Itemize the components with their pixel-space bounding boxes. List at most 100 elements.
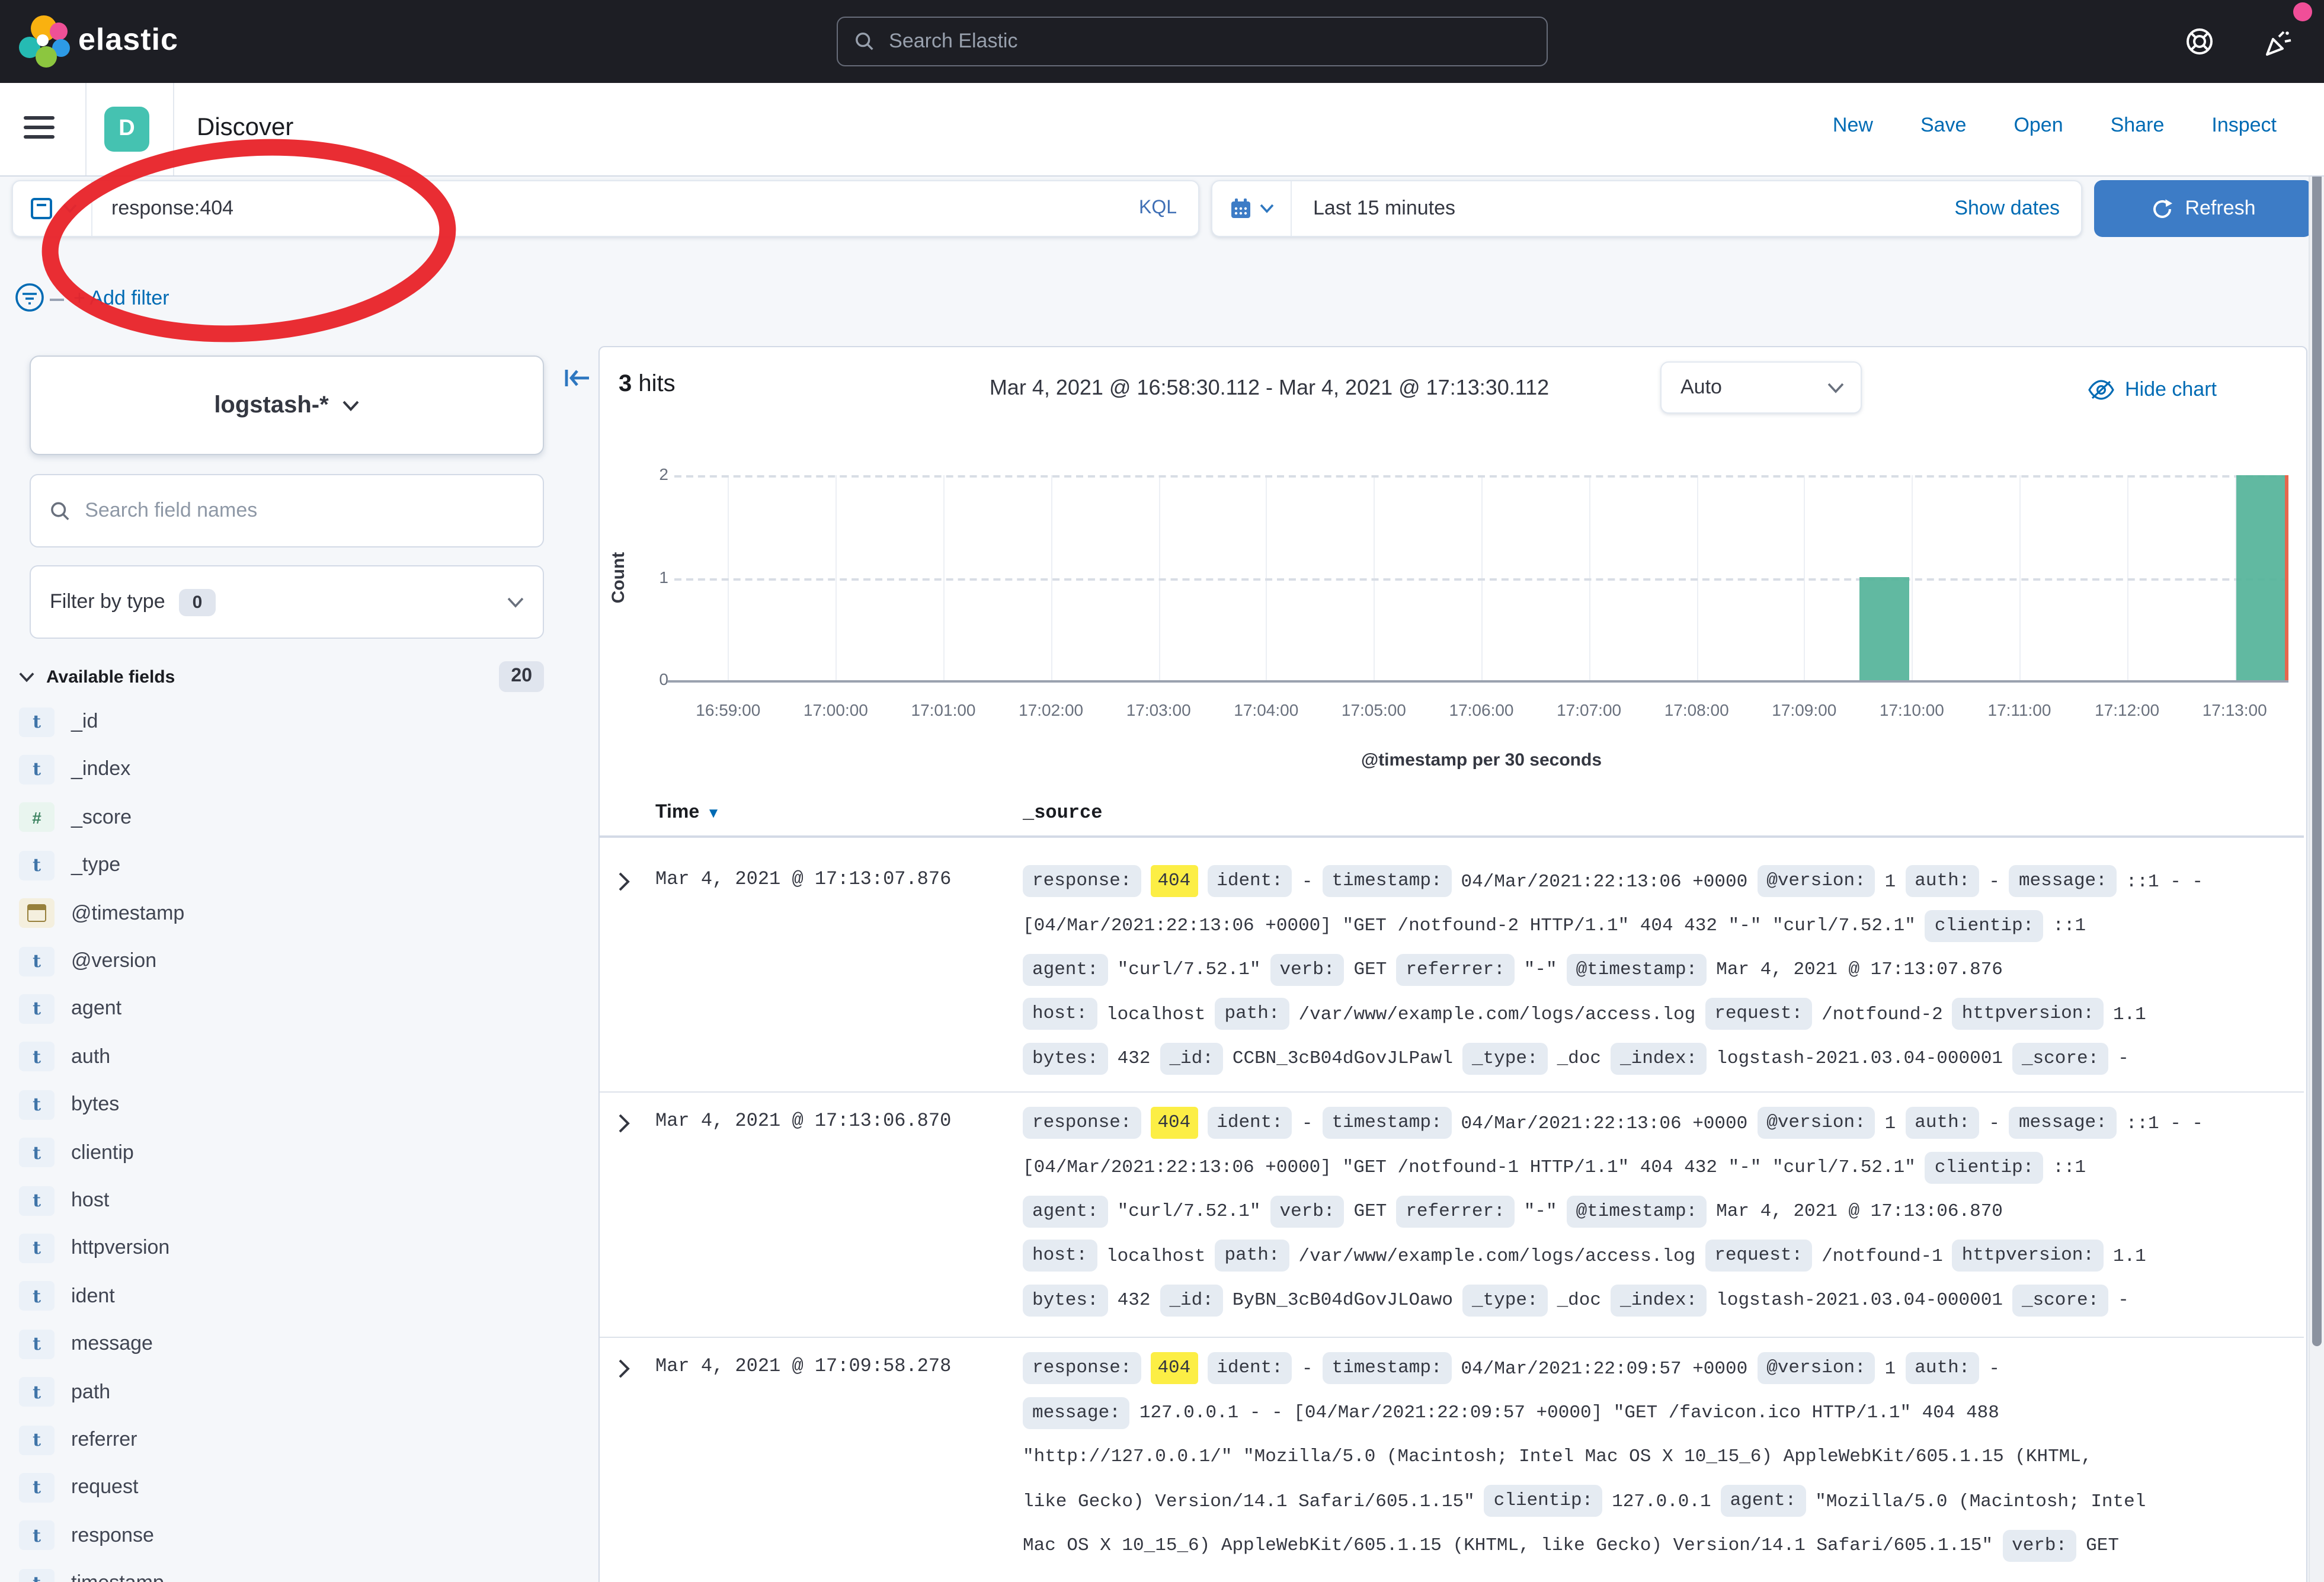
column-header-time[interactable]: Time▼ [655,802,721,824]
field-value: ::1 [2053,915,2086,936]
field-item-_type[interactable]: t_type [19,845,564,885]
row-time: Mar 4, 2021 @ 17:09:58.278 [655,1356,951,1377]
elastic-logo-icon[interactable] [21,18,71,68]
source-line: [04/Mar/2021:22:13:06 +0000] "GET /notfo… [1023,904,2293,948]
field-label: @timestamp [71,901,184,925]
histogram-bar[interactable] [1859,577,1910,680]
field-item-_index[interactable]: t_index [19,750,564,790]
field-value: /notfound-1 [1822,1245,1943,1267]
field-value: "-" [1524,1201,1557,1222]
field-name-badge: auth: [1905,1352,1979,1384]
field-item-bytes[interactable]: tbytes [19,1084,564,1125]
field-name-badge: timestamp: [1323,865,1452,897]
interval-value: Auto [1680,376,1722,399]
divider [85,83,87,175]
field-value: GET [1354,959,1387,981]
expand-row-icon[interactable] [617,1358,630,1379]
x-tick-label: 17:07:00 [1536,700,1643,719]
x-tick-label: 17:00:00 [782,700,889,719]
show-dates-button[interactable]: Show dates [1954,197,2081,220]
field-value: "Mozilla/5.0 (Macintosh; Intel [1815,1491,2146,1512]
global-search-input[interactable] [889,30,1530,53]
field-item-auth[interactable]: tauth [19,1037,564,1077]
action-share[interactable]: Share [2111,114,2165,137]
chevron-down-icon [62,204,76,213]
x-tick-label: 17:02:00 [998,700,1105,719]
action-open[interactable]: Open [2014,114,2063,137]
histogram-bar[interactable] [2236,475,2286,680]
field-item-agent[interactable]: tagent [19,989,564,1029]
refresh-button[interactable]: Refresh [2094,180,2312,237]
field-search-input[interactable] [85,499,524,523]
field-item-response[interactable]: tresponse [19,1516,564,1556]
field-name-badge: @version: [1757,865,1875,897]
field-value: "curl/7.52.1" [1118,959,1261,981]
field-label: message [71,1332,153,1356]
field-value: "curl/7.52.1" [1118,1201,1261,1222]
saved-query-menu[interactable] [13,181,92,236]
field-value: - [2118,1290,2129,1311]
field-value: ::1 - - [2126,870,2203,892]
index-pattern-switcher[interactable]: logstash-* [30,356,544,455]
histogram-plot[interactable] [674,475,2288,680]
global-search[interactable] [837,17,1548,66]
available-fields-header[interactable]: Available fields 20 [19,659,544,694]
scrollbar-track[interactable] [2309,83,2324,1582]
field-value: 04/Mar/2021:22:09:57 +0000 [1461,1357,1748,1379]
field-item-request[interactable]: trequest [19,1468,564,1508]
field-value: /notfound-2 [1822,1004,1943,1025]
field-label: timestamp [71,1571,164,1582]
field-label: @version [71,949,156,973]
hamburger-menu-icon[interactable] [24,116,55,142]
text-field-icon: t [19,1234,55,1263]
field-value: Mar 4, 2021 @ 17:13:06.870 [1716,1201,2003,1222]
field-label: host [71,1189,109,1212]
results-panel: 3 hits Mar 4, 2021 @ 16:58:30.112 - Mar … [598,346,2307,1582]
field-item-timestamp[interactable]: ttimestamp [19,1563,564,1582]
text-field-icon: t [19,1329,55,1359]
news-feed-icon[interactable] [2262,26,2296,59]
hide-chart-button[interactable]: Hide chart [2088,378,2217,402]
field-item-message[interactable]: t message [19,1324,564,1364]
field-search[interactable] [30,474,544,547]
field-item-referrer[interactable]: treferrer [19,1420,564,1460]
query-input[interactable] [92,197,1139,220]
sort-desc-icon[interactable]: ▼ [706,805,721,821]
field-item-host[interactable]: thost [19,1180,564,1221]
action-inspect[interactable]: Inspect [2211,114,2277,137]
x-tick-label: 17:10:00 [1858,700,1965,719]
help-icon[interactable] [2184,26,2215,57]
scrollbar-thumb[interactable] [2312,90,2322,1346]
add-filter-button[interactable]: + Add filter [73,287,169,310]
field-name-badge: _type: [1462,1043,1548,1075]
field-label: _id [71,710,98,734]
available-fields-count-badge: 20 [499,661,544,692]
field-item-clientip[interactable]: tclientip [19,1132,564,1173]
date-quick-select[interactable] [1212,181,1292,236]
field-item-ident[interactable]: tident [19,1276,564,1317]
action-save[interactable]: Save [1920,114,1967,137]
field-item-@version[interactable]: t@version [19,941,564,981]
field-item-_id[interactable]: t_id [19,702,564,742]
field-item-httpversion[interactable]: thttpversion [19,1228,564,1269]
time-range-value[interactable]: Last 15 minutes [1292,197,1954,220]
expand-row-icon[interactable] [617,871,630,892]
field-item-_score[interactable]: #_score [19,798,564,838]
field-name-badge: path: [1215,998,1289,1030]
field-item-path[interactable]: tpath [19,1372,564,1412]
field-name-badge: ident: [1207,1352,1292,1384]
collapse-sidebar-icon[interactable] [562,363,593,393]
discover-app-badge[interactable]: D [104,107,149,152]
filter-circle-icon[interactable] [14,282,45,313]
expand-row-icon[interactable] [617,1113,630,1134]
field-name-badge: _id: [1160,1043,1222,1075]
field-label: auth [71,1045,110,1069]
query-language-button[interactable]: KQL [1139,198,1198,219]
row-time: Mar 4, 2021 @ 17:13:07.876 [655,869,951,890]
action-new[interactable]: New [1833,114,1873,137]
interval-select[interactable]: Auto [1660,361,1862,414]
field-item-@timestamp[interactable]: @timestamp [19,893,564,933]
filter-by-type-select[interactable]: Filter by type 0 [30,565,544,639]
pinned-filter-dash [50,299,64,301]
x-tick-label: 17:04:00 [1213,700,1320,719]
